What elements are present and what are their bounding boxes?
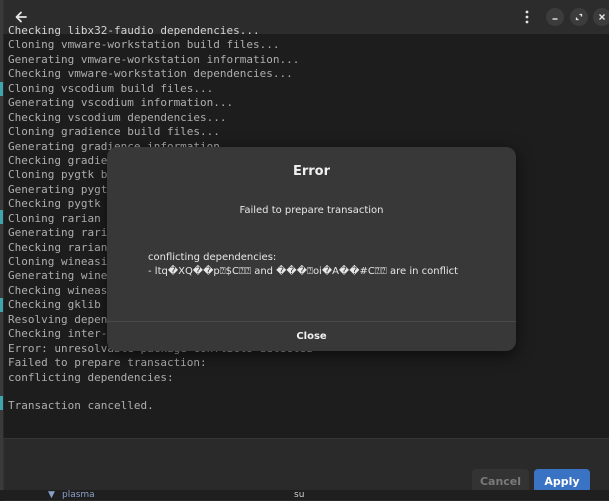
minimize-icon	[552, 18, 558, 20]
dialog-title: Error	[292, 164, 331, 179]
restore-icon	[575, 13, 583, 21]
dialog-message: Failed to prepare transaction	[239, 205, 384, 216]
error-dialog: Error Failed to prepare transaction conf…	[107, 147, 516, 351]
strip-icon: ▼	[48, 490, 55, 500]
dialog-detail-heading: conflicting dependencies:	[148, 252, 277, 263]
dialog-close-button[interactable]: Close	[107, 322, 516, 351]
vertical-dots-icon	[525, 10, 529, 24]
strip-label-su: su	[294, 490, 305, 500]
arrow-left-icon	[15, 11, 27, 23]
dialog-detail-conflict: - ltq�XQ��p⍰$C⍰⍰ and ���⍰oi�A��#C⍰⍰ are …	[148, 266, 459, 277]
close-icon	[599, 14, 605, 20]
background-window-strip: ▼ plasma su	[0, 490, 609, 500]
strip-label-plasma: plasma	[62, 490, 95, 500]
